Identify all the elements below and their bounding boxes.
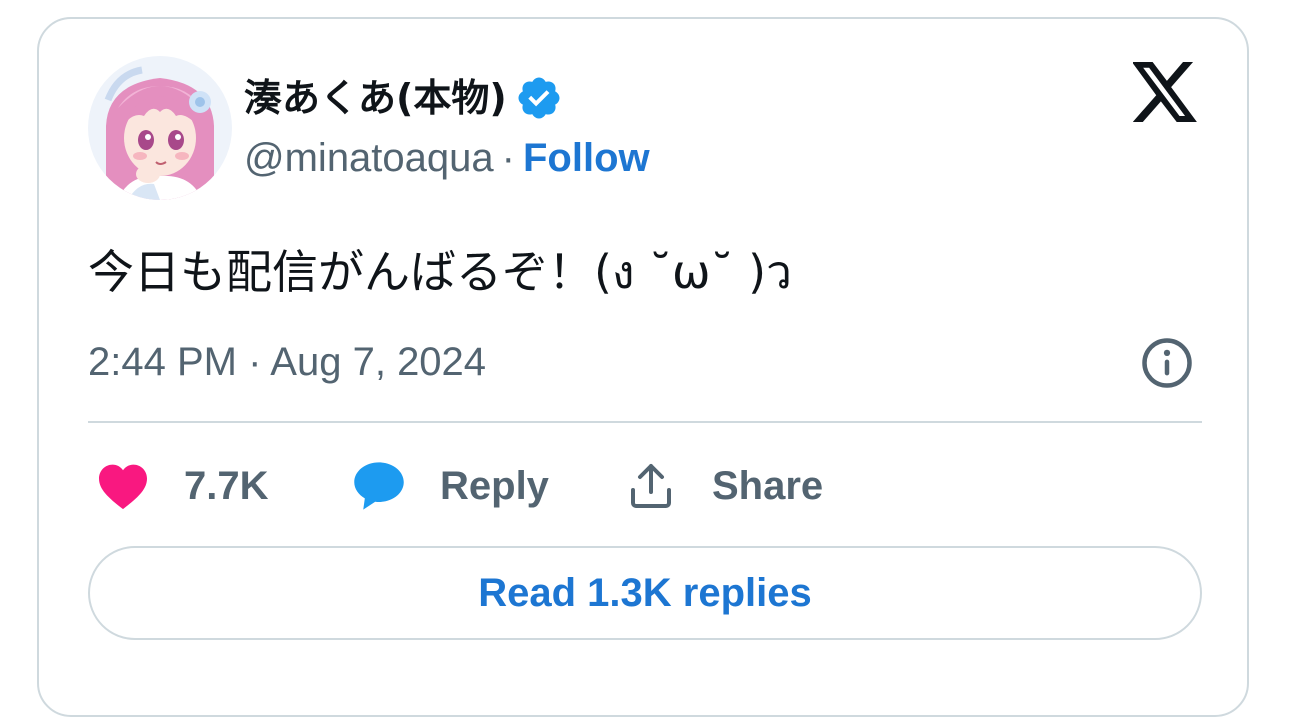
like-count: 7.7K (184, 463, 269, 508)
reply-label: Reply (440, 463, 549, 508)
display-name[interactable]: 湊あくあ(本物) (244, 70, 507, 126)
divider (88, 421, 1202, 423)
share-label: Share (712, 463, 824, 508)
reply-button[interactable]: Reply (352, 456, 549, 516)
info-icon[interactable] (1140, 336, 1194, 390)
speech-bubble-icon (354, 462, 404, 510)
handle-row: @minatoaqua · Follow (244, 130, 650, 186)
separator-dot: · (501, 136, 515, 180)
like-button[interactable]: 7.7K (96, 456, 269, 516)
tweet-text: 今日も配信がんばるぞ！(ง ˘ω˘ )ว (88, 245, 792, 299)
verified-badge-icon (518, 77, 560, 119)
share-upload-icon (631, 464, 671, 508)
read-replies-label: Read 1.3K replies (478, 570, 812, 615)
tweet-timestamp[interactable]: 2:44 PM · Aug 7, 2024 (88, 334, 486, 390)
avatar[interactable] (88, 56, 232, 200)
display-name-row[interactable]: 湊あくあ(本物) (244, 70, 563, 126)
heart-icon (99, 464, 147, 510)
user-handle[interactable]: @minatoaqua (244, 136, 494, 180)
follow-button[interactable]: Follow (523, 136, 650, 180)
share-button[interactable]: Share (626, 456, 823, 516)
read-replies-button[interactable]: Read 1.3K replies (88, 546, 1202, 640)
x-logo-icon[interactable] (1133, 62, 1199, 122)
